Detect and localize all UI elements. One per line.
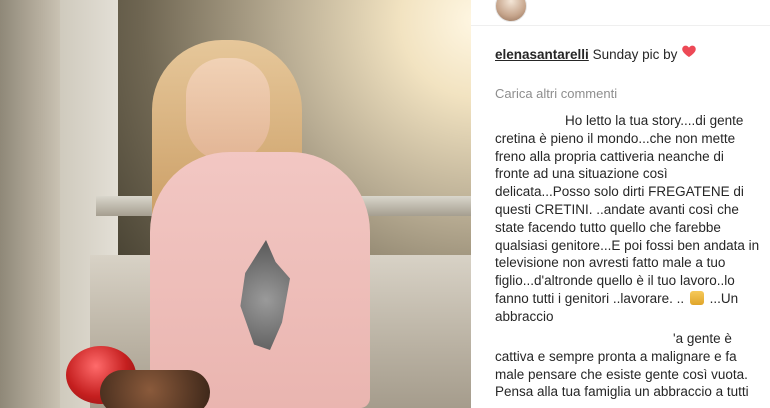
comment-1-line: fronte ad una situazione così	[495, 166, 668, 182]
comment-1: Ho letto la tua story....di gente cretin…	[495, 112, 765, 326]
comment-2: 'a gente è cattiva e sempre pronta a mal…	[495, 330, 765, 401]
comment-1-line: Ho letto la tua story....di gente	[565, 113, 744, 128]
person-face	[186, 58, 270, 162]
post-sidebar: elenasantarelli Sunday pic by Carica alt…	[471, 0, 770, 408]
flexed-biceps-emoji-icon	[689, 290, 704, 305]
comment-1-line: qualsiasi genitore...E poi fossi ben and…	[495, 237, 760, 253]
window-frame-left	[0, 0, 60, 408]
comment-1-line: figlio...d'altronde quello è il tuo lavo…	[495, 273, 735, 289]
comment-2-line: Pensa alla tua famiglia un abbraccio a t…	[495, 384, 749, 400]
comment-2-line: male pensare che esiste gente così vuota…	[495, 366, 748, 382]
caption-comment: elenasantarelli Sunday pic by	[495, 41, 765, 64]
post-photo	[0, 0, 471, 408]
caption-username-link[interactable]: elenasantarelli	[495, 47, 589, 62]
heart-icon	[681, 43, 697, 59]
pinecones	[100, 370, 210, 408]
comment-1-line: fanno tutti i genitori ..lavorare. .. ..…	[495, 290, 739, 306]
comment-1-line: state facendo tutto quello che farebbe	[495, 219, 721, 235]
avatar[interactable]	[495, 0, 527, 22]
comment-2-line: 'a gente è	[673, 331, 732, 346]
divider	[471, 25, 770, 26]
comment-1-line: freno alla propria cattiveria neanche di	[495, 148, 724, 164]
comment-1-line: questi CRETINI. ..andate avanti così che	[495, 201, 739, 217]
comment-1-line: cretina è pieno il mondo...che non mette	[495, 130, 736, 146]
comment-1-line: televisione non avresti fatto male a tuo	[495, 255, 726, 271]
load-more-comments-link[interactable]: Carica altri commenti	[495, 86, 617, 101]
comment-1-line: delicata...Posso solo dirti FREGATENE di	[495, 184, 744, 200]
comment-1-line: abbraccio	[495, 308, 554, 324]
caption-text: Sunday pic by	[592, 47, 678, 62]
comment-2-line: cattiva e sempre pronta a malignare e fa	[495, 348, 737, 364]
